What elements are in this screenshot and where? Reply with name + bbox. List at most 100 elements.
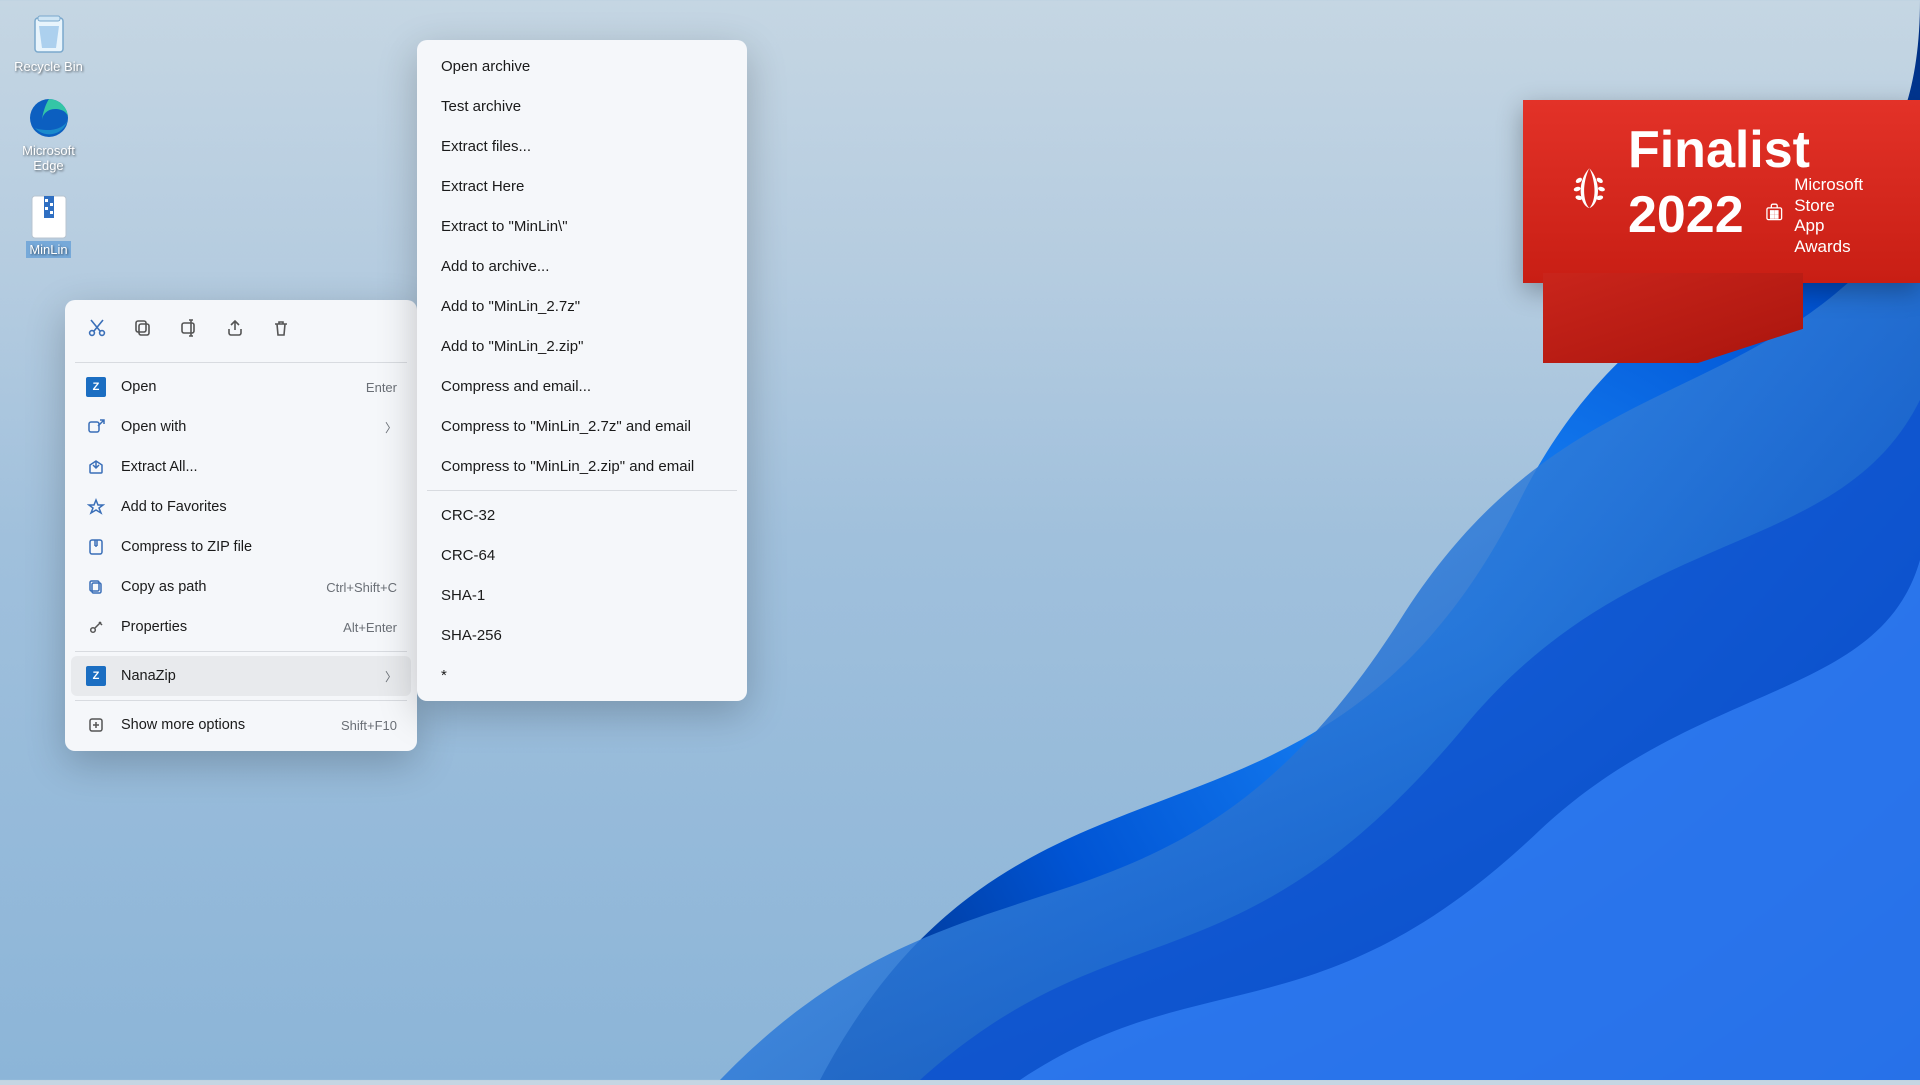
properties-icon [85,616,107,638]
separator [75,362,407,363]
menu-item-show-more[interactable]: Show more options Shift+F10 [71,705,411,745]
copy-button[interactable] [123,310,163,350]
ms-store-icon [1764,202,1785,230]
submenu-item-crc64[interactable]: CRC-64 [423,535,741,575]
context-menu: Z Open Enter Open with 〉 Extract All... … [65,300,417,751]
submenu-item-crc32[interactable]: CRC-32 [423,495,741,535]
menu-item-label: * [441,667,723,684]
separator [427,490,737,491]
menu-item-label: Compress to ZIP file [121,539,397,555]
menu-item-label: Open [121,379,354,395]
menu-item-label: Add to archive... [441,258,723,275]
desktop-icon-recycle-bin[interactable]: Recycle Bin [6,10,91,76]
badge-sub2: App Awards [1794,216,1878,257]
desktop-icon-edge[interactable]: Microsoft Edge [6,94,91,175]
submenu-item-open-archive[interactable]: Open archive [423,46,741,86]
menu-item-nanazip[interactable]: Z NanaZip 〉 [71,656,411,696]
rename-icon [179,318,199,342]
submenu-item-add-to-archive[interactable]: Add to archive... [423,246,741,286]
context-menu-toolbar [71,306,411,358]
badge-ribbon-tail [1543,273,1803,363]
openwith-icon [85,416,107,438]
open-icon: Z [85,376,107,398]
menu-item-extract-all[interactable]: Extract All... [71,447,411,487]
nanazip-icon: Z [85,665,107,687]
more-icon [85,714,107,736]
chevron-right-icon: 〉 [385,668,397,685]
separator [75,651,407,652]
submenu-item-compress-7z-email[interactable]: Compress to "MinLin_2.7z" and email [423,406,741,446]
chevron-right-icon: 〉 [385,419,397,436]
menu-item-label: Compress to "MinLin_2.7z" and email [441,418,723,435]
share-button[interactable] [215,310,255,350]
menu-item-add-favorites[interactable]: Add to Favorites [71,487,411,527]
menu-item-label: Add to Favorites [121,499,397,515]
submenu-item-extract-to[interactable]: Extract to "MinLin\" [423,206,741,246]
menu-item-properties[interactable]: Properties Alt+Enter [71,607,411,647]
menu-item-label: Compress to "MinLin_2.zip" and email [441,458,723,475]
submenu-item-extract-files[interactable]: Extract files... [423,126,741,166]
submenu-item-compress-email[interactable]: Compress and email... [423,366,741,406]
menu-item-label: Extract files... [441,138,723,155]
star-icon [85,496,107,518]
submenu-item-sha256[interactable]: SHA-256 [423,615,741,655]
submenu-item-compress-zip-email[interactable]: Compress to "MinLin_2.zip" and email [423,446,741,486]
separator [75,700,407,701]
submenu-item-test-archive[interactable]: Test archive [423,86,741,126]
badge-subtext: Microsoft Store App Awards [1764,175,1878,257]
menu-item-label: SHA-1 [441,587,723,604]
desktop-icons: Recycle Bin Microsoft Edge MinLin [6,10,91,276]
badge-line2: 2022 [1628,191,1744,240]
menu-item-open[interactable]: Z Open Enter [71,367,411,407]
menu-item-open-with[interactable]: Open with 〉 [71,407,411,447]
badge-main-text: Finalist 2022 Microsoft Store App Awards [1628,126,1878,257]
submenu-item-extract-here[interactable]: Extract Here [423,166,741,206]
nanazip-submenu: Open archive Test archive Extract files.… [417,40,747,701]
desktop-icon-minlin[interactable]: MinLin [6,193,91,259]
award-badge: Finalist 2022 Microsoft Store App Awards [1523,100,1920,283]
laurel-icon [1565,163,1614,219]
menu-item-label: Copy as path [121,579,314,595]
desktop-icon-label: Recycle Bin [11,58,86,76]
badge-sub1: Microsoft Store [1794,175,1878,216]
copy-icon [133,318,153,342]
submenu-item-add-to-7z[interactable]: Add to "MinLin_2.7z" [423,286,741,326]
submenu-item-all-hashes[interactable]: * [423,655,741,695]
menu-item-label: Properties [121,619,331,635]
menu-item-label: Test archive [441,98,723,115]
desktop-icon-label: Microsoft Edge [19,142,78,175]
menu-item-label: SHA-256 [441,627,723,644]
edge-icon [25,94,73,142]
menu-item-shortcut: Alt+Enter [343,620,397,635]
delete-icon [271,318,291,342]
zip-icon [85,536,107,558]
menu-item-shortcut: Shift+F10 [341,718,397,733]
menu-item-shortcut: Enter [366,380,397,395]
menu-item-compress-zip[interactable]: Compress to ZIP file [71,527,411,567]
menu-item-label: CRC-32 [441,507,723,524]
recycle-bin-icon [25,10,73,58]
submenu-item-add-to-zip[interactable]: Add to "MinLin_2.zip" [423,326,741,366]
copypath-icon [85,576,107,598]
menu-item-label: Show more options [121,717,329,733]
menu-item-label: Open archive [441,58,723,75]
menu-item-label: Extract Here [441,178,723,195]
menu-item-label: Add to "MinLin_2.zip" [441,338,723,355]
desktop-icon-label: MinLin [26,241,70,259]
menu-item-shortcut: Ctrl+Shift+C [326,580,397,595]
menu-item-label: Open with [121,419,375,435]
archive-file-icon [25,193,73,241]
extract-icon [85,456,107,478]
submenu-item-sha1[interactable]: SHA-1 [423,575,741,615]
menu-item-label: NanaZip [121,668,375,684]
menu-item-copy-path[interactable]: Copy as path Ctrl+Shift+C [71,567,411,607]
menu-item-label: Compress and email... [441,378,723,395]
cut-button[interactable] [77,310,117,350]
badge-line1: Finalist [1628,126,1878,175]
delete-button[interactable] [261,310,301,350]
rename-button[interactable] [169,310,209,350]
menu-item-label: Extract to "MinLin\" [441,218,723,235]
menu-item-label: Extract All... [121,459,397,475]
menu-item-label: CRC-64 [441,547,723,564]
cut-icon [87,318,107,342]
